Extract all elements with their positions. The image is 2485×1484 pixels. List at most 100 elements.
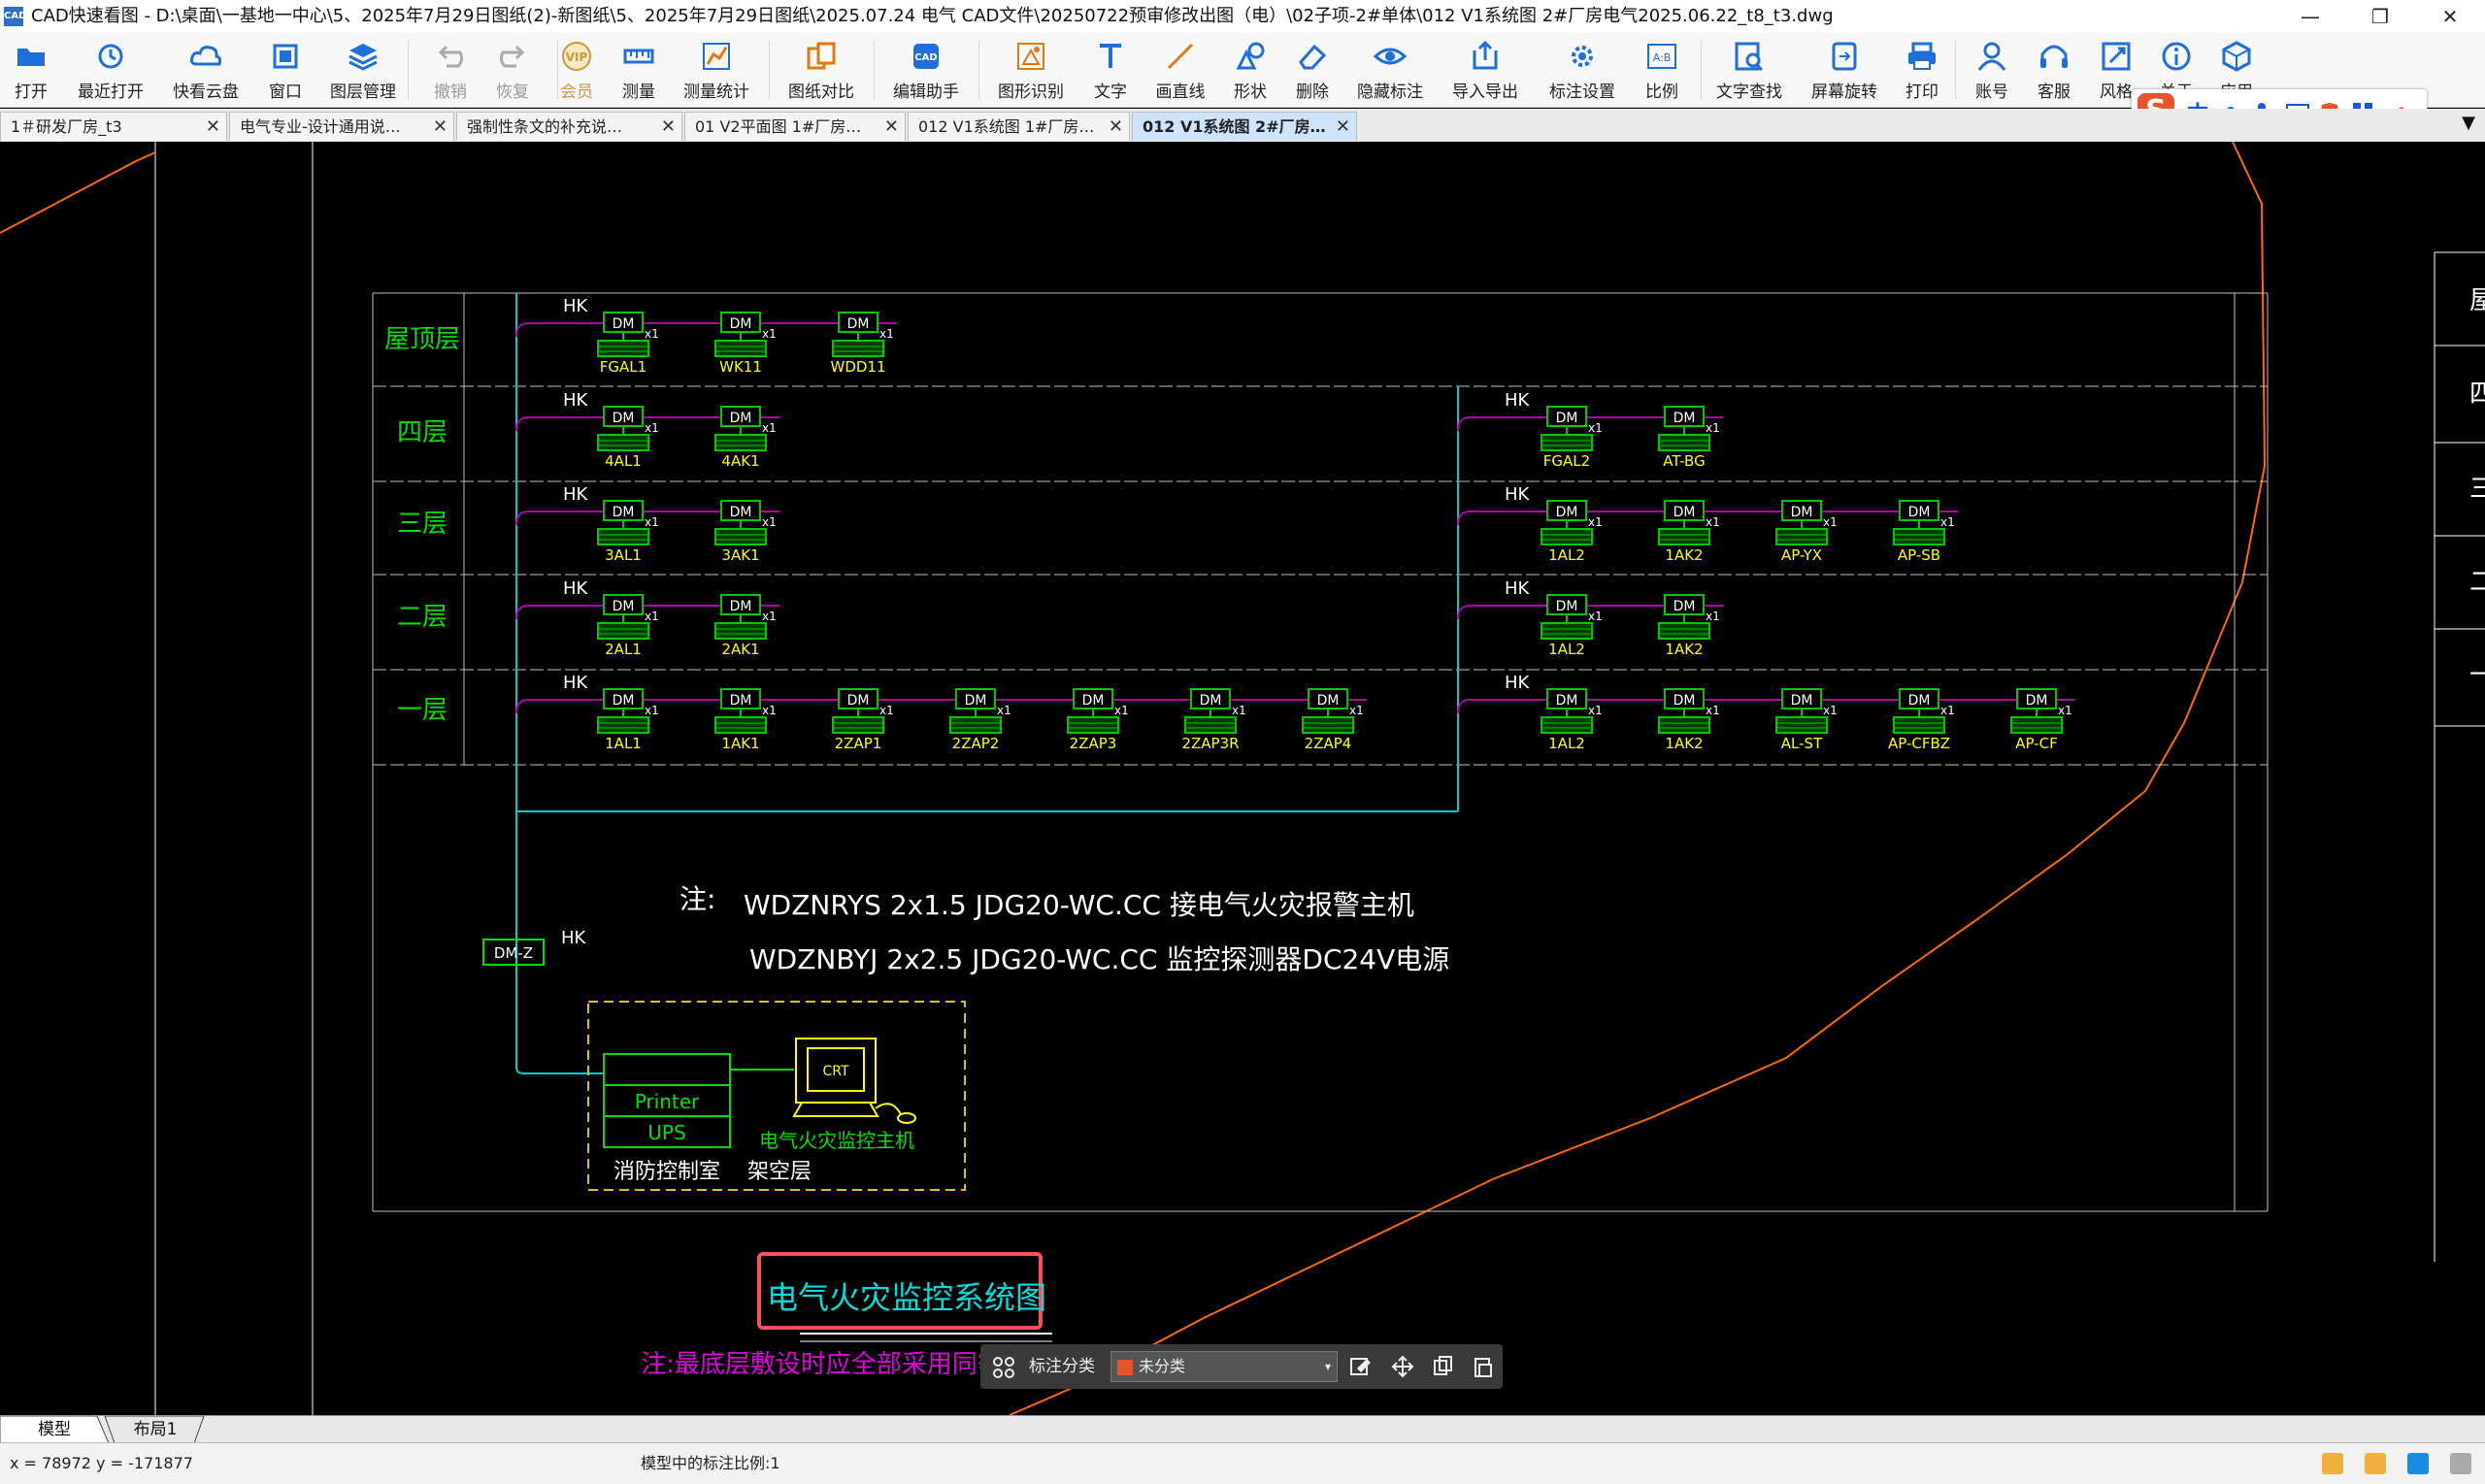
dm-module-tag: DM [847, 693, 870, 709]
panel-symbol [714, 434, 767, 451]
right-sheet-label: 二 [2469, 568, 2485, 597]
panel-symbol [949, 716, 1002, 734]
layout-tabs: 模型 布局1 [0, 1415, 2485, 1443]
panel-symbol [1775, 716, 1828, 734]
undo-icon [438, 45, 464, 68]
status-p-icon[interactable] [2407, 1453, 2429, 1474]
tab-model[interactable]: 模型 [14, 1418, 95, 1441]
toolbar-text-button[interactable]: 文字 [1072, 39, 1149, 103]
dm-multiplier: x1 [1706, 421, 1720, 435]
close-icon[interactable]: ✕ [884, 113, 899, 141]
dm-module-tag: DM [847, 316, 870, 332]
toolbar-edit_assist-button[interactable]: CAD 编辑助手 [887, 39, 965, 103]
status-settings-icon[interactable] [2450, 1453, 2471, 1474]
toolbar-shape_recog-button[interactable]: 图形识别 [992, 39, 1070, 103]
dm-multiplier: x1 [1349, 704, 1364, 717]
redo-icon [499, 45, 525, 68]
panel-label: AP-CF [2015, 735, 2058, 752]
close-icon[interactable]: ✕ [661, 113, 676, 141]
doc-tab-6[interactable]: 012 V1系统图 2#厂房… ✕ [1132, 112, 1357, 141]
toolbar-measure_stats-button[interactable]: 测量统计 [678, 39, 755, 103]
annotation-grid-icon[interactable] [992, 1356, 1015, 1379]
panel-label: 1AL2 [1548, 735, 1585, 752]
close-icon[interactable]: ✕ [206, 113, 220, 141]
floor-label: 二层 [397, 603, 447, 632]
minimize-button[interactable]: — [2283, 0, 2337, 33]
annotation-tools[interactable] [1349, 1355, 1495, 1378]
toolbar-line-button[interactable]: 画直线 [1142, 39, 1219, 103]
toolbar-hide_ann-button[interactable]: 隐藏标注 [1351, 39, 1429, 103]
panel-label: 1AL1 [605, 735, 642, 752]
status-note-icon[interactable] [2322, 1453, 2343, 1474]
doc-tab-label: 电气专业-设计通用说… [240, 117, 401, 136]
restore-button[interactable]: ❐ [2353, 0, 2407, 33]
close-icon[interactable]: ✕ [1336, 113, 1350, 141]
cursor-coordinates: x = 78972 y = -171877 [10, 1454, 193, 1472]
dm-module-tag: DM [1556, 599, 1578, 614]
dm-multiplier: x1 [1706, 515, 1720, 529]
panel-symbol [1541, 716, 1593, 734]
toolbar-ann_settings-button[interactable]: 标注设置 [1543, 39, 1621, 103]
dm-module-tag: DM [730, 693, 752, 709]
doc-tab-label: 012 V1系统图 2#厂房… [1143, 117, 1326, 136]
svg-text:CAD: CAD [914, 52, 937, 63]
doc-tab-4[interactable]: 01 V2平面图 1#厂房… ✕ [684, 112, 906, 141]
dm-multiplier: x1 [762, 704, 777, 717]
toolbar-ann_settings-label: 标注设置 [1549, 82, 1615, 102]
annotation-scale-text: 模型中的标注比例:1 [641, 1454, 780, 1472]
keyboard-icon [792, 1102, 879, 1117]
dm-module-tag: DM [730, 599, 752, 614]
hk-label: HK [563, 578, 589, 599]
toolbar-cloud-button[interactable]: 快看云盘 [167, 39, 245, 103]
dm-multiplier: x1 [1823, 515, 1838, 529]
copy-icon [1434, 1356, 1452, 1375]
hk-label: HK [563, 390, 589, 411]
toolbar-scale-button[interactable]: A:B 比例 [1623, 39, 1701, 103]
doc-tab-2[interactable]: 电气专业-设计通用说… ✕ [229, 112, 454, 141]
move-icon [1391, 1355, 1414, 1378]
close-icon[interactable]: ✕ [433, 113, 447, 141]
close-icon[interactable]: ✕ [1109, 113, 1123, 141]
doc-tab-3[interactable]: 强制性条文的补充说… ✕ [456, 112, 682, 141]
panel-label: 2ZAP3 [1070, 735, 1117, 752]
doc-tab-label: 强制性条文的补充说… [467, 117, 623, 136]
dm-module-tag: DM [1082, 693, 1105, 709]
panel-symbol [597, 622, 649, 640]
panel-label: 2ZAP4 [1305, 735, 1352, 752]
tab-layout1[interactable]: 布局1 [115, 1418, 196, 1441]
toolbar-text_search-button[interactable]: 文字查找 [1710, 39, 1788, 103]
tab-list-dropdown[interactable]: ▼ [2462, 113, 2475, 133]
printer-label: Printer [635, 1090, 700, 1113]
panel-symbol [714, 340, 767, 357]
status-edit-icon[interactable] [2365, 1453, 2386, 1474]
dm-multiplier: x1 [645, 327, 659, 341]
toolbar-compare-button[interactable]: 图纸对比 [782, 39, 860, 103]
drawing-canvas[interactable]: 屋顶层 四层 三层 二层 一层 HK DM x1 FGAL1 DM x1 WK11 DM x1 WDD11 H… [0, 141, 2485, 1416]
toolbar-print-button[interactable]: 打印 [1883, 39, 1961, 103]
toolbar-measure_stats-label: 测量统计 [683, 82, 749, 102]
right-sheet-label: 四 [2469, 379, 2485, 409]
toolbar-recent-button[interactable]: 最近打开 [72, 39, 149, 103]
toolbar-window-button[interactable]: 窗口 [247, 39, 324, 103]
hk-label: HK [1505, 390, 1531, 411]
close-window-button[interactable]: ✕ [2423, 0, 2477, 33]
hk-label: HK [561, 928, 587, 948]
panel-label: AP-SB [1898, 546, 1940, 564]
toolbar-measure-button[interactable]: 测量 [600, 39, 678, 103]
panel-label: 1AK2 [1665, 735, 1703, 752]
doc-tab-1[interactable]: 1＃研发厂房_t3 ✕ [0, 112, 227, 141]
annotation-category-select[interactable]: 未分类 ▾ [1110, 1351, 1338, 1382]
cloud-icon [190, 46, 222, 66]
toolbar-rotate-button[interactable]: 屏幕旋转 [1806, 39, 1883, 103]
dm-multiplier: x1 [1940, 515, 1955, 529]
toolbar-delete-button[interactable]: 删除 [1274, 39, 1351, 103]
doc-tab-label: 1＃研发厂房_t3 [11, 117, 122, 136]
panel-label: AP-YX [1781, 546, 1822, 564]
cad-drawing[interactable]: 屋顶层四层三层二层一层 HK DM x1 FGAL1 DM x1 WK11 DM x1 WDD11 H… [0, 141, 2485, 1416]
toolbar-import_export-button[interactable]: 导入导出 [1446, 39, 1524, 103]
doc-tab-5[interactable]: 012 V1系统图 1#厂房… ✕ [908, 112, 1130, 141]
dm-module-tag: DM [1200, 693, 1222, 709]
toolbar-layers-button[interactable]: 图层管理 [324, 39, 402, 103]
toolbar-open-button[interactable]: 打开 [0, 39, 70, 103]
rotate-icon [1832, 42, 1857, 71]
